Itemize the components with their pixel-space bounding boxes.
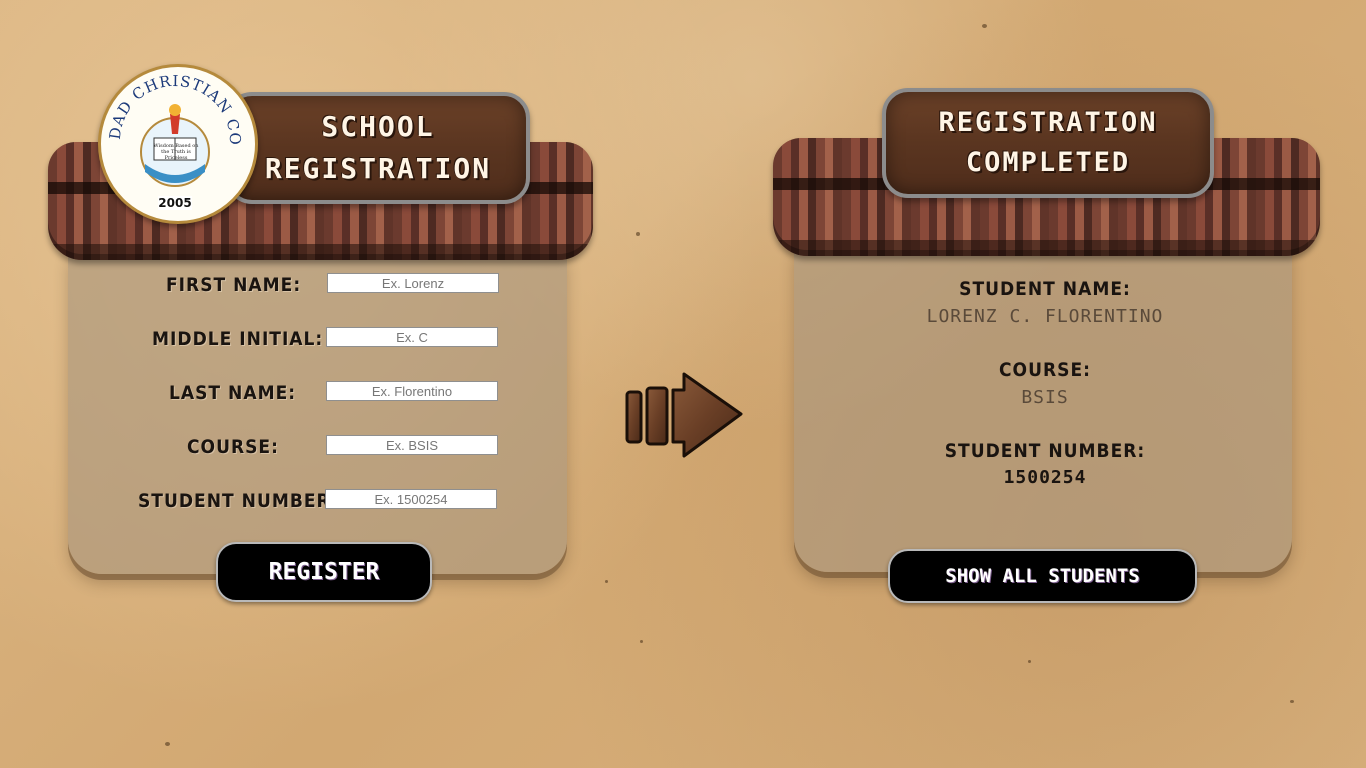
result-course-value: BSIS — [1021, 387, 1069, 408]
show-all-students-button[interactable]: SHOW ALL STUDENTS — [888, 549, 1197, 603]
registration-title-sign: SCHOOL REGISTRATION — [226, 92, 530, 204]
seal-motto: Wisdom Based on the Truth is Priceless — [153, 143, 199, 161]
right-arrow-icon — [625, 372, 743, 458]
paper-speck — [165, 742, 170, 746]
student-name-label: STUDENT NAME: — [959, 278, 1131, 300]
seal-graphic: LA VERDAD CHRISTIAN COLLEGE 2005 — [98, 64, 243, 210]
paper-speck — [640, 640, 643, 643]
student-number-label: STUDENT NUMBER: — [138, 490, 339, 512]
college-seal-logo: LA VERDAD CHRISTIAN COLLEGE 2005 Wisdom … — [98, 64, 258, 224]
result-course-label: COURSE: — [999, 359, 1091, 381]
show-all-students-label: SHOW ALL STUDENTS — [945, 565, 1140, 587]
course-input[interactable] — [326, 435, 498, 455]
paper-speck — [982, 24, 987, 28]
last-name-label: LAST NAME: — [169, 382, 297, 404]
last-name-input[interactable] — [326, 381, 498, 401]
register-button-label: REGISTER — [268, 559, 380, 585]
result-student-number-label: STUDENT NUMBER: — [944, 440, 1146, 462]
first-name-input[interactable] — [327, 273, 499, 293]
course-label: COURSE: — [187, 436, 279, 458]
svg-text:2005: 2005 — [158, 196, 191, 210]
paper-speck — [636, 232, 640, 236]
paper-speck — [1028, 660, 1031, 663]
middle-initial-label: MIDDLE INITIAL: — [152, 328, 324, 350]
result-title-line2: COMPLETED — [965, 147, 1131, 178]
paper-speck — [1290, 700, 1294, 703]
registration-form-body — [68, 252, 567, 574]
student-number-input[interactable] — [325, 489, 497, 509]
register-button[interactable]: REGISTER — [216, 542, 432, 602]
first-name-label: FIRST NAME: — [166, 274, 302, 296]
registration-title-line2: REGISTRATION — [264, 152, 492, 185]
result-title-sign: REGISTRATION COMPLETED — [882, 88, 1214, 198]
middle-initial-input[interactable] — [326, 327, 498, 347]
student-name-value: LORENZ C. FLORENTINO — [926, 306, 1164, 327]
paper-speck — [605, 580, 608, 583]
result-student-number-value: 1500254 — [1003, 467, 1087, 488]
registration-title-line1: SCHOOL — [321, 110, 435, 143]
result-title-line1: REGISTRATION — [938, 107, 1158, 138]
